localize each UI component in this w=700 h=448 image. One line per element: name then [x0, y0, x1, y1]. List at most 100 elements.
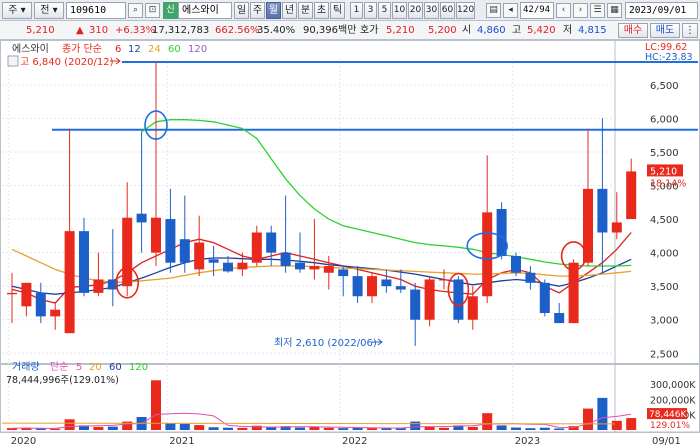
volume-bar-2022/01[interactable]	[338, 428, 349, 430]
stock-chart[interactable]: 6,5006,0005,5005,0004,5004,0003,5003,000…	[0, 40, 700, 448]
stock-code-input[interactable]: 109610	[66, 2, 126, 19]
volume-bar-2023/08[interactable]	[611, 420, 622, 430]
interval-button-7[interactable]: 120	[456, 2, 475, 19]
volume: 17,312,783	[152, 25, 210, 36]
volume-bar-2021/11[interactable]	[309, 426, 320, 430]
volume-bar-2022/06[interactable]	[410, 421, 421, 430]
candle-body	[597, 188, 608, 233]
candle-2022/09[interactable]	[453, 276, 464, 324]
interval-button-6[interactable]: 60	[440, 2, 455, 19]
volume-bar-2022/07[interactable]	[424, 426, 435, 430]
candle-body	[208, 259, 219, 263]
volume-bar-2022/03[interactable]	[367, 428, 377, 430]
chart-background	[0, 40, 700, 448]
candle-body	[482, 212, 493, 297]
price-legend-ma-60: 60	[168, 44, 181, 55]
volume-bar-2023/03[interactable]	[539, 427, 550, 430]
interval-button-0[interactable]: 1	[350, 2, 363, 19]
chart-settings-icon[interactable]: ☰	[590, 3, 605, 18]
open-price: 4,860	[477, 25, 506, 36]
date-value: 2023/09/01	[629, 5, 687, 16]
price-legend-ma-12: 12	[128, 44, 141, 55]
volume-bar-2023/09[interactable]	[626, 418, 637, 430]
volume-bar-2022/08[interactable]	[439, 427, 449, 430]
volume-bar-2023/06[interactable]	[583, 408, 593, 430]
search-icon[interactable]: ⌕	[128, 3, 143, 18]
chevron-left-icon[interactable]: ‹	[556, 3, 571, 18]
volume-bar-2021/01[interactable]	[165, 423, 176, 430]
price-tick-label: 4,000	[650, 249, 679, 260]
volume-bar-2020/06[interactable]	[64, 419, 75, 430]
volume-bar-2021/12[interactable]	[323, 427, 334, 430]
interval-button-4[interactable]: 20	[408, 2, 423, 19]
period-tab-1[interactable]: 주	[250, 2, 265, 19]
step-back-icon[interactable]: ◂	[503, 3, 518, 18]
volume-bar-2022/11[interactable]	[482, 413, 493, 430]
volume-bar-2020/05[interactable]	[50, 428, 61, 430]
more-options-icon[interactable]: ⋮	[682, 23, 698, 38]
candle-2023/01[interactable]	[511, 252, 521, 277]
candle-body	[467, 296, 478, 320]
volume-bar-2023/04[interactable]	[554, 428, 565, 430]
period-tab-0[interactable]: 일	[234, 2, 249, 19]
volume-bar-2020/04[interactable]	[35, 428, 46, 430]
volume-bar-2021/03[interactable]	[194, 425, 205, 430]
lock-icon[interactable]: ⊡	[145, 3, 160, 18]
date-input[interactable]: 2023/09/01	[625, 2, 698, 19]
volume-bar-2021/02[interactable]	[179, 423, 190, 430]
page-counter: 42/94	[520, 2, 554, 19]
candle-body	[352, 276, 363, 297]
volume-bar-2023/07[interactable]	[597, 397, 608, 430]
legend-settings-icon[interactable]	[7, 55, 19, 67]
volume-bar-2023/02[interactable]	[525, 428, 536, 430]
interval-button-1[interactable]: 3	[364, 2, 377, 19]
current-price: 5,210	[26, 25, 55, 36]
price-tick-label: 3,500	[650, 282, 679, 293]
hc-label: HC:-23.83	[645, 52, 693, 63]
period-tab-3[interactable]: 년	[282, 2, 297, 19]
low-label: 저	[563, 25, 573, 36]
price-change: 310	[89, 25, 109, 36]
volume-legend-ma-label: 단순	[50, 361, 68, 373]
volume-bar-2021/04[interactable]	[208, 427, 219, 430]
sell-button[interactable]: 매도	[650, 23, 680, 38]
candle-body	[35, 292, 46, 317]
volume-bar-2023/01[interactable]	[511, 427, 521, 430]
buy-button[interactable]: 매수	[618, 23, 648, 38]
volume-bar-2021/05[interactable]	[223, 427, 233, 430]
period-tab-2[interactable]: 월	[266, 2, 281, 19]
trade-amount: 90,396백만	[303, 25, 357, 36]
period-tab-5[interactable]: 초	[314, 2, 329, 19]
candle-body	[496, 209, 507, 256]
volume-bar-2020/08[interactable]	[93, 426, 104, 430]
period-tab-4[interactable]: 분	[298, 2, 313, 19]
volume-tick-label: 300,000K	[650, 380, 696, 391]
candle-body	[223, 262, 233, 272]
market-select[interactable]: 주 ▾	[2, 2, 32, 19]
candle-body	[568, 262, 579, 324]
calendar-icon[interactable]: ▦	[607, 3, 622, 18]
volume-bar-2022/12[interactable]	[496, 425, 507, 430]
candle-2022/07[interactable]	[424, 276, 435, 327]
volume-bar-2020/12[interactable]	[151, 380, 161, 430]
volume-bar-2021/10[interactable]	[295, 427, 305, 430]
volume-bar-2021/06[interactable]	[237, 427, 248, 430]
high-label: 고	[512, 25, 522, 36]
chevron-right-icon[interactable]: ›	[573, 3, 588, 18]
volume-legend-ma-20: 20	[89, 362, 102, 373]
compare-icon[interactable]: ▤	[486, 3, 501, 18]
stock-name-field[interactable]: 에스와이	[178, 2, 232, 19]
candle-body	[122, 217, 133, 287]
interval-button-2[interactable]: 5	[378, 2, 391, 19]
current-price-tag: 5,210	[650, 166, 677, 177]
interval-button-3[interactable]: 10	[392, 2, 407, 19]
candle-2023/03[interactable]	[539, 279, 550, 317]
volume-bar-2022/04[interactable]	[381, 428, 392, 430]
volume-bar-2022/10[interactable]	[467, 426, 478, 430]
interval-button-5[interactable]: 30	[424, 2, 439, 19]
price-legend-ma-120: 120	[188, 44, 207, 55]
period-tab-6[interactable]: 틱	[330, 2, 345, 19]
period-select[interactable]: 전 ▾	[34, 2, 64, 19]
volume-bar-2020/09[interactable]	[107, 426, 118, 430]
low-note: 최저 2,610 (2022/06)	[274, 337, 377, 349]
